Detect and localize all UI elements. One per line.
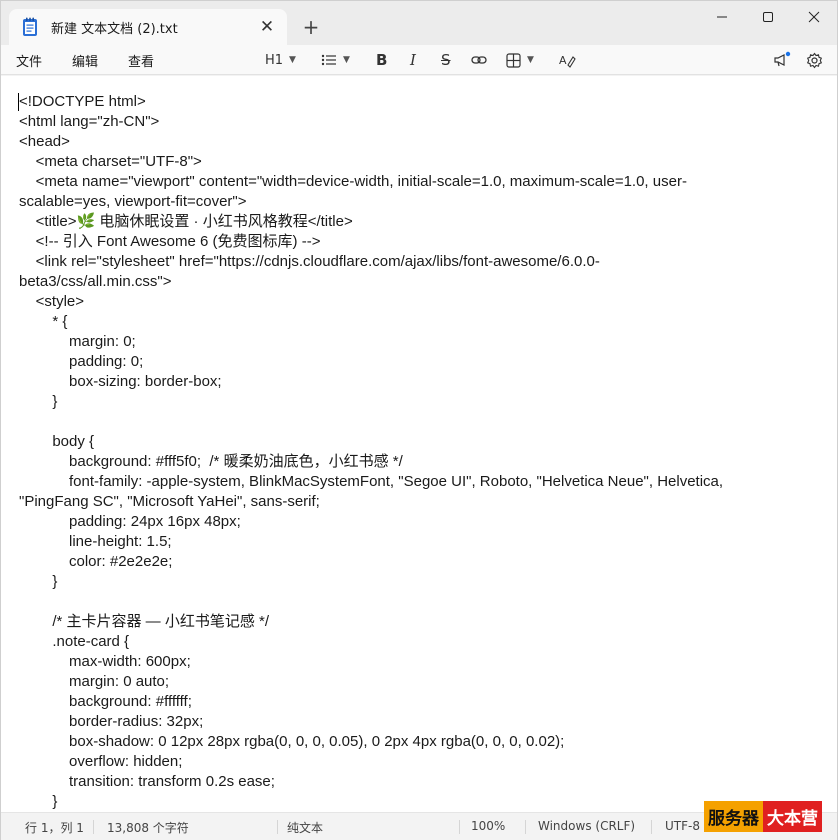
bold-button[interactable]: B — [376, 49, 387, 71]
editor-line: <link rel="stylesheet" href="https://cdn… — [19, 253, 600, 270]
editor-line: <!DOCTYPE html> — [19, 93, 146, 110]
editor-line: scalable=yes, viewport-fit=cover"> — [19, 193, 247, 210]
notepad-window: 新建 文本文档 (2).txt ✕ + 文件 编辑 查看 H1 ▼ ▼ B I … — [0, 0, 838, 840]
strikethrough-icon: S — [441, 51, 451, 69]
editor-line: background: #ffffff; — [19, 693, 192, 710]
editor-line: max-width: 600px; — [19, 653, 191, 670]
italic-button[interactable]: I — [410, 49, 416, 71]
gear-icon — [806, 52, 823, 68]
list-icon — [321, 54, 336, 66]
text-editor[interactable]: <!DOCTYPE html> <html lang="zh-CN"> <head>… — [1, 76, 837, 812]
settings-button[interactable] — [806, 49, 823, 71]
menu-edit[interactable]: 编辑 — [72, 51, 98, 70]
editor-line: box-sizing: border-box; — [19, 373, 222, 390]
zoom-level[interactable]: 100% — [471, 819, 505, 833]
minimize-button[interactable] — [699, 1, 745, 33]
strikethrough-button[interactable]: S — [441, 49, 451, 71]
notepad-icon — [22, 17, 38, 37]
editor-content[interactable]: <!DOCTYPE html> <html lang="zh-CN"> <head>… — [19, 92, 809, 812]
editor-line: "PingFang SC", "Microsoft YaHei", sans-s… — [19, 493, 320, 510]
new-tab-button[interactable]: + — [297, 13, 325, 41]
editor-line: overflow: hidden; — [19, 753, 183, 770]
editor-line: <head> — [19, 133, 70, 150]
editor-line: .note-card { — [19, 633, 130, 650]
character-count: 13,808 个字符 — [107, 821, 189, 835]
editor-line: body { — [19, 433, 95, 450]
divider — [459, 820, 460, 834]
divider — [525, 820, 526, 834]
editor-line: } — [19, 793, 58, 810]
chevron-down-icon: ▼ — [527, 55, 534, 65]
megaphone-icon — [774, 51, 791, 67]
editor-line: * { — [19, 313, 68, 330]
watermark-part-2: 大本营 — [763, 801, 822, 832]
copilot-button[interactable] — [773, 49, 791, 71]
svg-text:A: A — [559, 54, 567, 67]
document-format[interactable]: 纯文本 — [287, 819, 323, 836]
chevron-down-icon: ▼ — [343, 55, 350, 65]
heading-dropdown[interactable]: H1 ▼ — [265, 49, 296, 71]
link-icon — [471, 56, 487, 64]
chevron-down-icon: ▼ — [289, 55, 296, 65]
minimize-icon — [717, 16, 727, 18]
bold-icon: B — [376, 51, 388, 69]
divider — [277, 820, 278, 834]
editor-line: background: #fff5f0; /* 暖柔奶油底色，小红书感 */ — [19, 453, 403, 470]
editor-line: } — [19, 573, 58, 590]
maximize-icon — [763, 12, 773, 22]
editor-line: line-height: 1.5; — [19, 533, 172, 550]
divider — [651, 820, 652, 834]
editor-line: <!-- 引入 Font Awesome 6 (免费图标库) --> — [19, 233, 321, 250]
editor-line: padding: 0; — [19, 353, 144, 370]
editor-line: padding: 24px 16px 48px; — [19, 513, 241, 530]
cursor-position: 行 1，列 1 — [25, 821, 84, 835]
editor-line: color: #2e2e2e; — [19, 553, 173, 570]
editor-line: margin: 0; — [19, 333, 136, 350]
clear-formatting-button[interactable]: A — [559, 49, 576, 71]
italic-icon: I — [410, 51, 416, 69]
close-tab-icon[interactable]: ✕ — [253, 13, 281, 41]
title-bar: 新建 文本文档 (2).txt ✕ + — [1, 1, 837, 45]
table-dropdown[interactable]: ▼ — [506, 49, 534, 71]
watermark-logo: 服务器 大本营 — [704, 801, 822, 832]
table-icon — [506, 52, 521, 68]
editor-line: <meta charset="UTF-8"> — [19, 153, 202, 170]
editor-line: <title>🌿 电脑休眠设置 · 小红书风格教程</title> — [19, 213, 353, 230]
close-icon — [808, 11, 820, 23]
tab-title: 新建 文本文档 (2).txt — [51, 21, 178, 37]
encoding[interactable]: UTF-8 — [665, 819, 700, 833]
menu-file[interactable]: 文件 — [16, 51, 42, 70]
menu-view[interactable]: 查看 — [128, 51, 154, 70]
editor-line: <html lang="zh-CN"> — [19, 113, 160, 130]
editor-line: <style> — [19, 293, 85, 310]
watermark-part-1: 服务器 — [704, 801, 763, 832]
maximize-button[interactable] — [745, 1, 791, 33]
editor-line: <meta name="viewport" content="width=dev… — [19, 173, 687, 190]
editor-line: beta3/css/all.min.css"> — [19, 273, 172, 290]
heading-label: H1 — [265, 52, 284, 68]
editor-line: transition: transform 0.2s ease; — [19, 773, 275, 790]
list-dropdown[interactable]: ▼ — [321, 49, 350, 71]
vertical-scrollbar[interactable] — [832, 81, 835, 803]
editor-line: font-family: -apple-system, BlinkMacSyst… — [19, 473, 724, 490]
document-tab[interactable]: 新建 文本文档 (2).txt ✕ — [9, 9, 287, 45]
line-ending[interactable]: Windows (CRLF) — [538, 819, 635, 833]
editor-line: margin: 0 auto; — [19, 673, 170, 690]
divider — [93, 820, 94, 834]
clear-formatting-icon: A — [559, 54, 576, 68]
menu-bar: 文件 编辑 查看 H1 ▼ ▼ B I S ▼ A — [1, 45, 837, 75]
link-button[interactable] — [471, 49, 487, 71]
editor-line: box-shadow: 0 12px 28px rgba(0, 0, 0, 0.… — [19, 733, 565, 750]
editor-line: /* 主卡片容器 — 小红书笔记感 */ — [19, 613, 270, 630]
editor-line: border-radius: 32px; — [19, 713, 204, 730]
close-window-button[interactable] — [791, 1, 837, 33]
editor-line: } — [19, 393, 58, 410]
